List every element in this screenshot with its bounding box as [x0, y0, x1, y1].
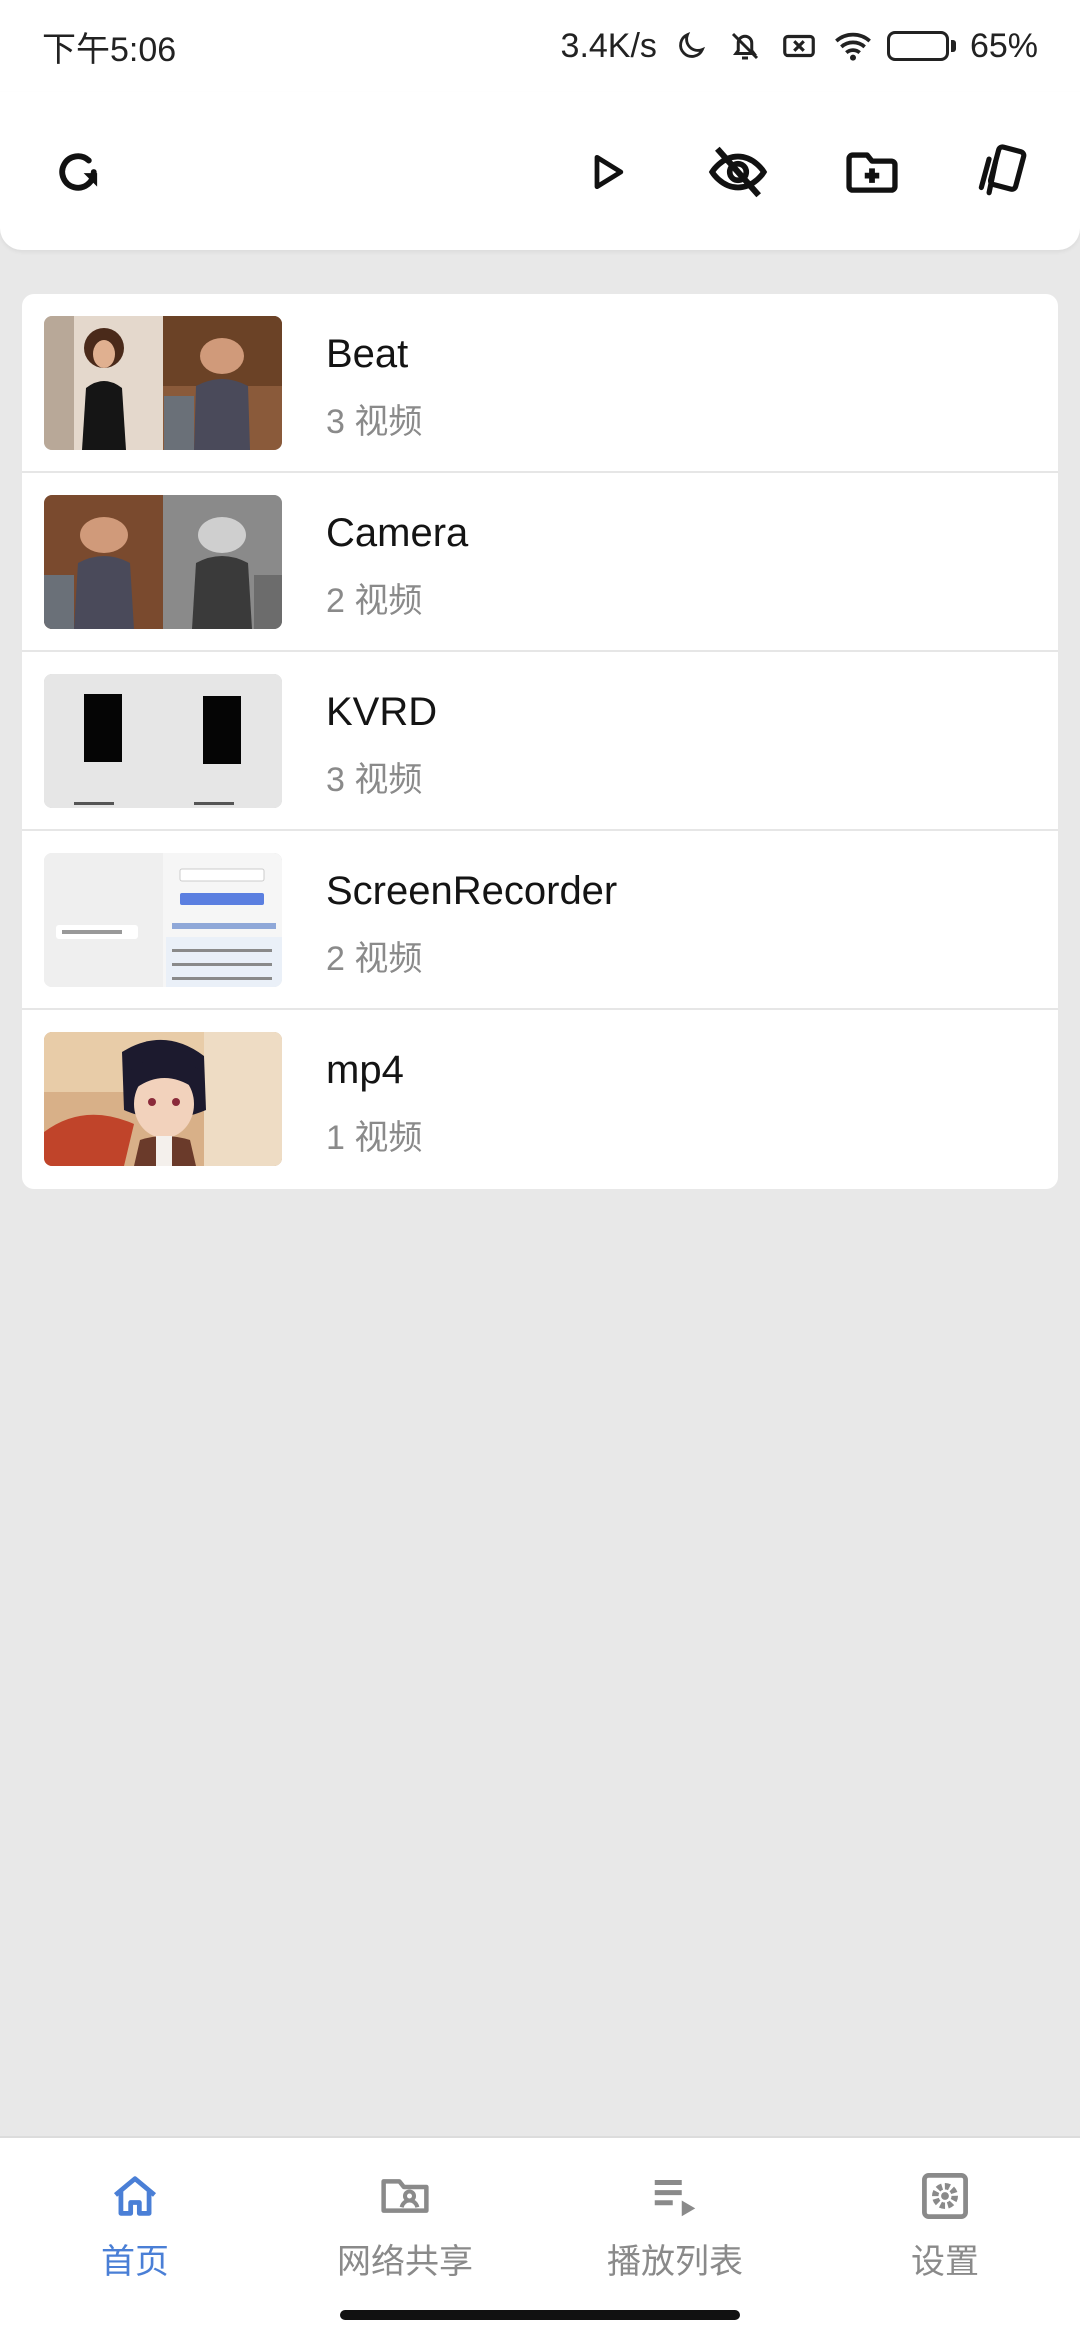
refresh-button[interactable] — [40, 134, 116, 210]
nav-home[interactable]: 首页 — [0, 2168, 270, 2288]
moon-icon — [671, 26, 711, 66]
settings-icon — [917, 2168, 973, 2224]
folder-name: KVRD — [326, 690, 438, 734]
sim-off-icon — [779, 26, 819, 66]
folder-thumbnail — [44, 316, 282, 450]
nav-playlist[interactable]: 播放列表 — [540, 2168, 810, 2288]
folder-list: Beat 3 视频 Camera 2 视频 KVRD 3 视频 ScreenRe… — [22, 294, 1058, 1189]
nav-label: 网络共享 — [337, 2243, 473, 2281]
network-speed: 3.4K/s — [560, 26, 657, 65]
folder-video-count: 2 视频 — [326, 582, 423, 620]
folder-thumbnail — [44, 495, 282, 629]
folder-video-count: 1 视频 — [326, 1119, 423, 1157]
play-icon — [594, 154, 624, 190]
eye-off-icon — [708, 146, 768, 198]
wifi-icon — [833, 26, 873, 66]
folder-name: mp4 — [326, 1048, 404, 1092]
battery-percent: 65% — [969, 26, 1038, 65]
folder-row-screenrecorder[interactable]: ScreenRecorder 2 视频 — [22, 831, 1058, 1010]
folder-add-icon — [846, 152, 898, 193]
nav-label: 播放列表 — [607, 2243, 743, 2281]
folder-person-icon — [377, 2168, 433, 2224]
hide-button[interactable] — [700, 134, 776, 210]
nav-network-share[interactable]: 网络共享 — [270, 2168, 540, 2288]
play-all-button[interactable] — [570, 134, 646, 210]
playlist-icon — [647, 2168, 703, 2224]
folder-thumbnail — [44, 853, 282, 987]
folder-video-count: 3 视频 — [326, 761, 423, 799]
cards-icon — [978, 144, 1027, 196]
folder-name: Beat — [326, 332, 409, 376]
nav-settings[interactable]: 设置 — [810, 2168, 1080, 2288]
battery-icon — [886, 31, 956, 61]
folder-row-kvrd[interactable]: KVRD 3 视频 — [22, 652, 1058, 831]
add-folder-button[interactable] — [834, 134, 910, 210]
folder-thumbnail — [44, 674, 282, 808]
nav-label: 首页 — [101, 2243, 169, 2281]
folder-name: ScreenRecorder — [326, 869, 618, 913]
status-time: 下午5:06 — [42, 30, 177, 69]
folder-name: Camera — [326, 511, 469, 555]
folder-video-count: 2 视频 — [326, 940, 423, 978]
folder-row-beat[interactable]: Beat 3 视频 — [22, 294, 1058, 473]
nav-label: 设置 — [911, 2243, 979, 2281]
toolbar — [0, 92, 1080, 250]
folder-video-count: 3 视频 — [326, 403, 423, 441]
status-bar: 下午5:06 3.4K/s 65% — [0, 0, 1080, 92]
home-indicator[interactable] — [340, 2310, 740, 2320]
refresh-icon — [59, 153, 98, 191]
view-mode-button[interactable] — [964, 134, 1040, 210]
folder-row-camera[interactable]: Camera 2 视频 — [22, 473, 1058, 652]
status-icons: 3.4K/s 65% — [561, 26, 1038, 66]
folder-thumbnail — [44, 1032, 282, 1166]
bell-off-icon — [725, 26, 765, 66]
folder-row-mp4[interactable]: mp4 1 视频 — [22, 1010, 1058, 1189]
home-icon — [107, 2168, 163, 2224]
